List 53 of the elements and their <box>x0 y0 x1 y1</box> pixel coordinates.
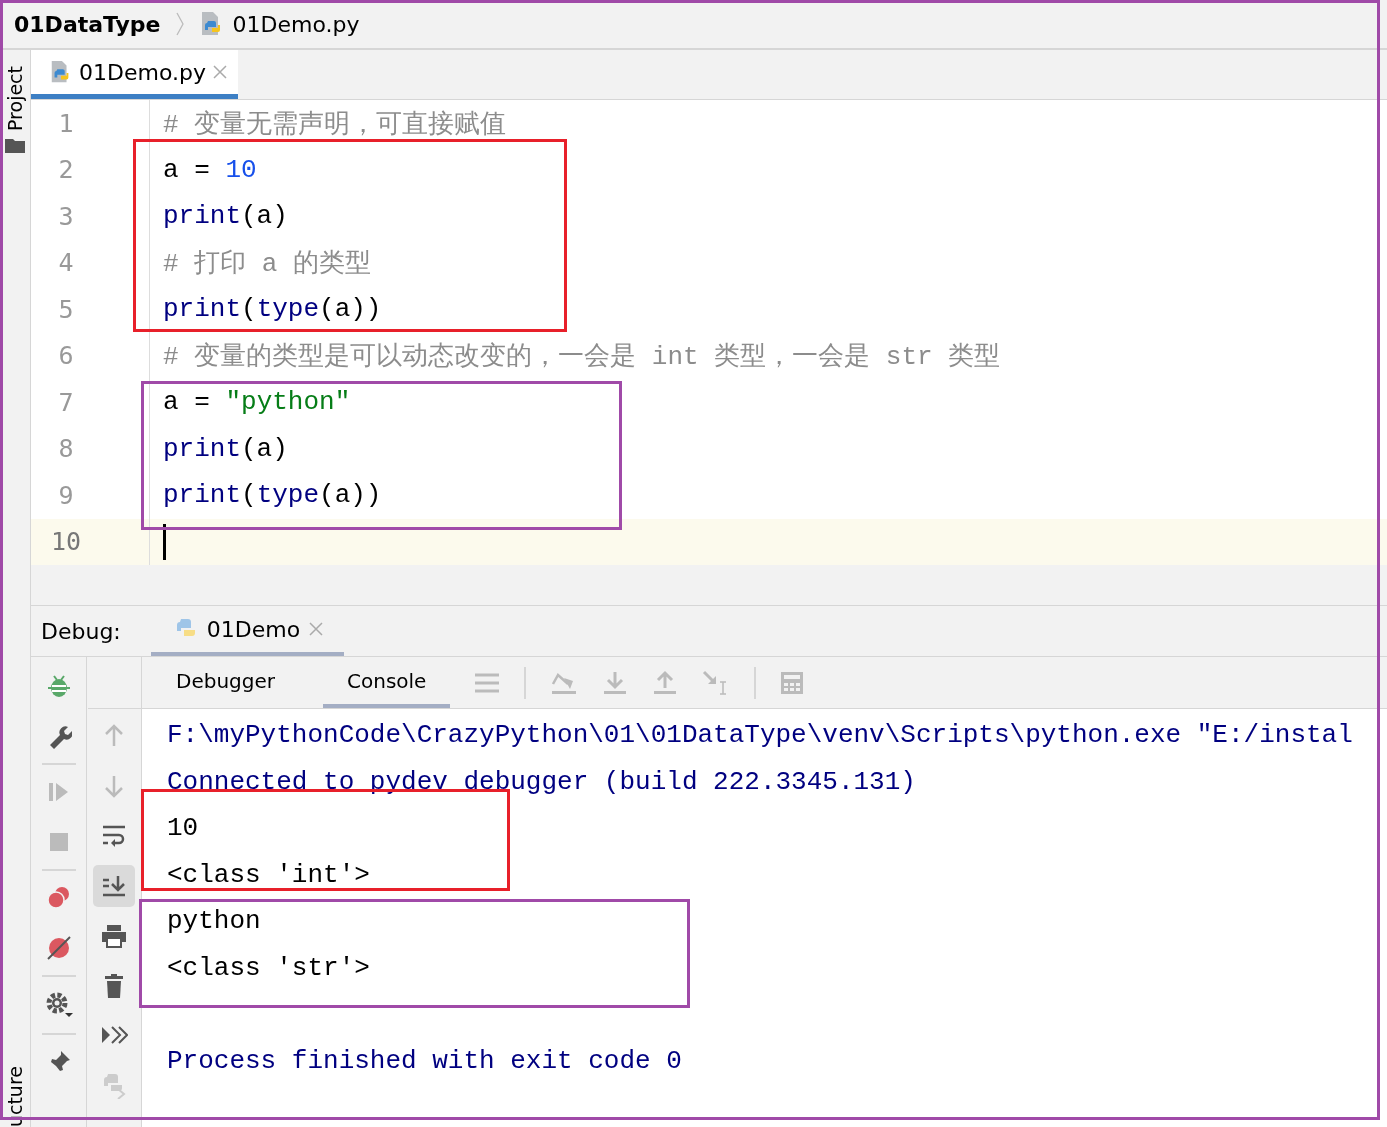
code-line: # 打印 a 的类型 <box>163 248 371 281</box>
scroll-to-end-button[interactable] <box>93 865 135 907</box>
line-number: 3 <box>57 201 75 231</box>
step-out-icon[interactable] <box>652 669 679 696</box>
breakpoints-icon[interactable] <box>45 885 72 911</box>
folder-icon <box>5 139 25 153</box>
line-number: 6 <box>57 341 75 371</box>
console-line: F:\myPythonCode\CrazyPython\01\01DataType\venv\Scripts\python.exe "E:/instal <box>167 720 1353 751</box>
calculator-icon[interactable] <box>780 670 805 695</box>
project-tool-tab[interactable]: Project <box>4 66 26 131</box>
line-number: 8 <box>57 434 75 464</box>
text-cursor <box>163 523 166 560</box>
console-line: <class 'int'> <box>167 859 370 890</box>
debug-session-tab[interactable]: 01Demo <box>150 606 345 656</box>
console-line: python <box>167 906 261 937</box>
list-icon[interactable] <box>474 671 501 694</box>
close-icon[interactable] <box>211 64 228 80</box>
debug-label: Debug: <box>41 618 121 644</box>
scroll-to-end-icon <box>101 873 127 899</box>
line-number: 4 <box>57 248 75 278</box>
down-arrow-icon[interactable] <box>102 773 126 799</box>
trash-icon[interactable] <box>102 973 126 999</box>
console-line: Connected to pydev debugger (build 222.3345.131) <box>167 766 916 797</box>
close-icon[interactable] <box>308 621 325 637</box>
code-line: print(type(a)) <box>163 480 382 511</box>
console-line: <class 'str'> <box>167 952 370 983</box>
breadcrumb-item[interactable]: 01Demo.py <box>232 11 360 37</box>
bug-icon[interactable] <box>45 673 72 699</box>
debug-view-tab[interactable]: Debugger <box>152 657 299 708</box>
settings-icon[interactable] <box>44 991 73 1019</box>
step-into-icon[interactable] <box>602 669 629 696</box>
editor-tab[interactable]: 01Demo.py <box>31 50 238 99</box>
line-number: 5 <box>57 294 75 324</box>
line-number: 2 <box>57 155 75 185</box>
print-icon[interactable] <box>101 923 127 949</box>
code-line: # 变量的类型是可以动态改变的，一会是 int 类型，一会是 str 类型 <box>163 341 1001 374</box>
line-number: 10 <box>49 527 83 557</box>
code-line: a = 10 <box>163 154 257 185</box>
mute-breakpoints-icon[interactable] <box>45 935 72 961</box>
breadcrumb-item[interactable]: 01DataType <box>14 11 161 37</box>
code-line: print(a) <box>163 201 288 232</box>
soft-wrap-icon[interactable] <box>101 823 127 849</box>
code-line: a = "python" <box>163 387 351 418</box>
line-number: 7 <box>57 387 75 417</box>
code-line: print(type(a)) <box>163 294 382 325</box>
line-number: 9 <box>57 480 75 510</box>
line-number: 1 <box>57 108 75 138</box>
console-line: 10 <box>167 813 199 844</box>
code-line: # 变量无需声明，可直接赋值 <box>163 108 507 141</box>
code-editor[interactable]: 1 # 变量无需声明，可直接赋值 2 a = 10 3 print(a) 4 # 打印 a 的类型 5 print(type(a)) 6 # 变量的类型是可以动态改变的，一会是 int 类型，一会是 str 类型 7 a = "python" 8 print(a) 9 print(type(a)) 10 <box>31 100 1387 565</box>
code-line: print(a) <box>163 433 288 464</box>
chevron-icon <box>174 11 185 37</box>
console-line: Process finished with exit code 0 <box>167 1045 682 1076</box>
